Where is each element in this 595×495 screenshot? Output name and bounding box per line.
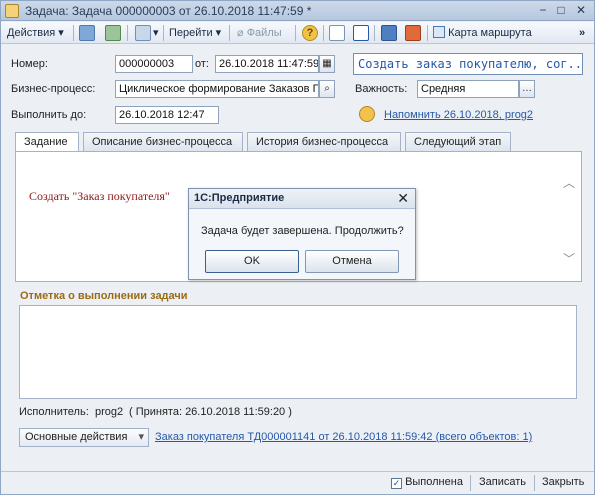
toolbar-overflow-icon[interactable]: » (579, 24, 585, 42)
paperclip-icon: ⌀ (237, 27, 244, 39)
ok-button[interactable]: OK (205, 250, 299, 273)
refresh-icon[interactable] (105, 25, 121, 41)
process-label: Бизнес-процесс: (11, 83, 96, 95)
maximize-button[interactable]: □ (553, 3, 569, 18)
task-description-text: Создать "Заказ покупателя" (29, 189, 170, 203)
dialog-title-bar: 1С:Предприятие ✕ (189, 189, 415, 209)
tab-next-stage[interactable]: Следующий этап (405, 132, 511, 152)
task-target-icon[interactable] (405, 25, 421, 41)
document-list-icon[interactable] (329, 25, 345, 41)
confirm-dialog: 1С:Предприятие ✕ Задача будет завершена.… (188, 188, 416, 280)
chevron-down-icon: ▾ (138, 431, 144, 443)
alarm-clock-icon[interactable] (359, 106, 375, 122)
goto-menu-label: Перейти (169, 27, 213, 39)
route-map-icon (433, 26, 445, 38)
task-name-field[interactable]: Создать заказ покупателю, сог... (353, 53, 583, 75)
completion-notes-field[interactable] (19, 305, 577, 399)
number-label: Номер: (11, 58, 48, 70)
select-ellipsis-button[interactable]: … (519, 80, 535, 98)
number-field[interactable]: 000000003 (115, 55, 193, 73)
tab-process-description[interactable]: Описание бизнес-процесса (83, 132, 243, 152)
redirect-task-icon[interactable] (381, 25, 397, 41)
process-field[interactable]: Циклическое формирование Заказов Г (115, 80, 319, 98)
title-bar: Задача: Задача 000000003 от 26.10.2018 1… (1, 1, 594, 21)
checkbox-checked-icon: ✓ (391, 478, 402, 489)
due-label: Выполнить до: (11, 109, 87, 121)
executor-value: prog2 (95, 406, 124, 418)
done-label: Выполнена (405, 476, 463, 488)
date-field[interactable]: 26.10.2018 11:47:59 (215, 55, 319, 73)
status-bar: ✓ Выполнена Записать Закрыть (1, 471, 594, 494)
goto-menu[interactable]: Перейти ▾ (169, 24, 221, 42)
date-label: от: (195, 58, 209, 70)
toolbar-separator (374, 25, 375, 41)
done-checkbox[interactable]: ✓ Выполнена (391, 476, 463, 489)
accepted-info: ( Принята: 26.10.2018 11:59:20 ) (129, 406, 292, 418)
main-actions-label: Основные действия (25, 431, 128, 443)
toolbar-separator (229, 25, 230, 41)
actions-menu[interactable]: Действия ▾ (7, 24, 64, 42)
toolbar-separator (163, 25, 164, 41)
statusbar-separator (470, 475, 471, 491)
due-date-field[interactable]: 26.10.2018 12:47 (115, 106, 219, 124)
files-label: Файлы (246, 27, 282, 39)
dialog-message: Задача будет завершена. Продолжить? (201, 225, 404, 237)
importance-field[interactable]: Средняя (417, 80, 519, 98)
toolbar-separator (427, 25, 428, 41)
completion-section-title: Отметка о выполнении задачи (20, 290, 188, 302)
order-link[interactable]: Заказ покупателя ТД000001141 от 26.10.20… (155, 431, 532, 443)
actions-menu-label: Действия (7, 27, 56, 39)
tab-task[interactable]: Задание (15, 132, 79, 153)
scroll-down-icon[interactable]: ﹀ (563, 250, 575, 267)
create-based-on-icon[interactable] (135, 25, 151, 41)
remind-link[interactable]: Напомнить 26.10.2018, prog2 (384, 109, 533, 121)
dialog-title: 1С:Предприятие (194, 192, 285, 204)
help-label: ? (306, 27, 314, 39)
search-icon[interactable]: ⌕ (319, 80, 335, 98)
route-map-label: Карта маршрута (448, 27, 532, 39)
toolbar-separator (127, 25, 128, 41)
cancel-button[interactable]: Отмена (305, 250, 399, 273)
help-icon[interactable]: ? (302, 25, 318, 41)
post-icon[interactable] (79, 25, 95, 41)
tab-process-history[interactable]: История бизнес-процесса (247, 132, 401, 152)
window-title: Задача: Задача 000000003 от 26.10.2018 1… (25, 4, 312, 18)
route-map-button[interactable]: Карта маршрута (433, 24, 532, 42)
files-button[interactable]: ⌀ Файлы (237, 24, 282, 42)
dialog-close-icon[interactable]: ✕ (397, 190, 409, 207)
toolbar: Действия ▾ ▾ Перейти ▾ ⌀ Файлы ? Карта м… (1, 22, 594, 44)
calendar-icon[interactable]: ▦ (319, 55, 335, 73)
scroll-up-icon[interactable]: ︿ (563, 174, 575, 191)
create-based-on-dropdown[interactable]: ▾ (153, 24, 159, 42)
toolbar-separator (73, 25, 74, 41)
executor-label: Исполнитель: (19, 406, 89, 418)
save-button[interactable]: Записать (479, 476, 526, 488)
structure-icon[interactable] (353, 25, 369, 41)
toolbar-separator (323, 25, 324, 41)
task-icon (5, 4, 19, 18)
statusbar-separator (534, 475, 535, 491)
importance-label: Важность: (355, 83, 408, 95)
minimize-button[interactable]: − (535, 3, 551, 18)
main-actions-dropdown[interactable]: Основные действия ▾ (19, 428, 149, 447)
toolbar-separator (295, 25, 296, 41)
close-button[interactable]: Закрыть (542, 476, 584, 488)
close-window-button[interactable]: ✕ (573, 3, 589, 18)
task-form-window: Задача: Задача 000000003 от 26.10.2018 1… (0, 0, 595, 495)
